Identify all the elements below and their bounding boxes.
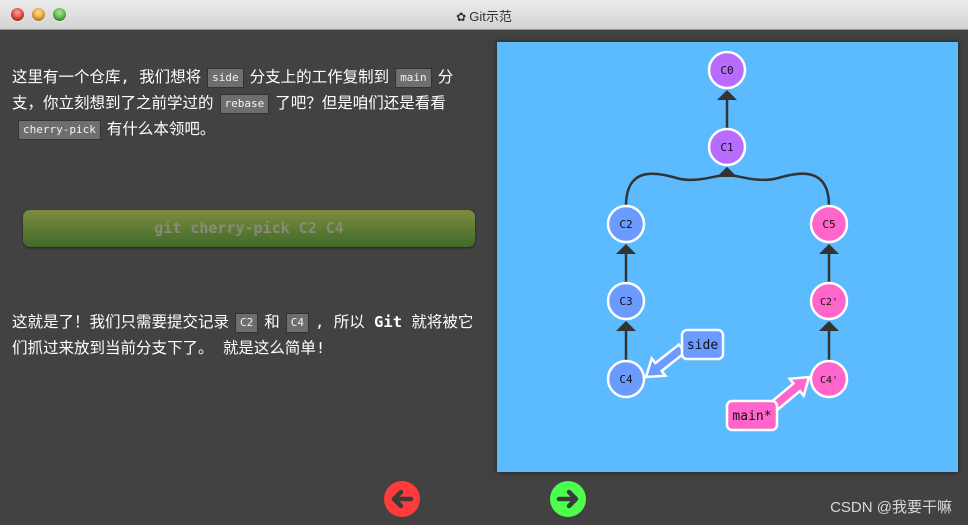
commit-label: C3: [619, 295, 632, 308]
branch-label-side: side: [680, 328, 725, 361]
text-span: 这就是了！我们只需要提交记录: [12, 313, 230, 331]
commit-label: C5: [822, 218, 835, 231]
branch-name: side: [687, 338, 718, 353]
inline-code: rebase: [219, 94, 270, 114]
branch-label-main: main*: [725, 399, 779, 432]
commit-node: C4: [606, 359, 646, 399]
inline-code: main: [395, 68, 432, 88]
gear-icon: ✿: [456, 10, 467, 24]
outro-paragraph: 这就是了！我们只需要提交记录 C2 和 C4, 所以 Git 就将被它们抓过来放到当前…: [12, 309, 482, 361]
inline-code: side: [207, 68, 244, 88]
commit-edge: [726, 172, 831, 207]
commit-label: C4: [619, 373, 633, 386]
text-span: , 所以: [315, 313, 375, 331]
next-button[interactable]: [550, 481, 586, 517]
window-titlebar: ✿ Git示范: [0, 0, 968, 30]
command-button[interactable]: git cherry-pick C2 C4: [23, 210, 475, 247]
arrow-left-icon: [384, 481, 420, 517]
edge-arrowhead: [717, 90, 737, 100]
inline-code: C4: [285, 313, 310, 333]
bold-text: Git: [374, 313, 403, 331]
window-title-text: Git示范: [469, 9, 512, 24]
commit-node: C0: [707, 50, 747, 90]
intro-paragraph: 这里有一个仓库, 我们想将 side 分支上的工作复制到 main 分支，你立刻想到了之…: [12, 64, 482, 142]
edge-arrowhead: [616, 244, 636, 254]
commit-node: C1: [707, 127, 747, 167]
text-span: 这里有一个仓库, 我们想将: [12, 68, 202, 86]
inline-code: cherry-pick: [18, 120, 101, 140]
arrow-right-icon: [550, 481, 586, 517]
text-span: 了吧？但是咱们还是看看: [275, 94, 446, 112]
text-span: 分支上的工作复制到: [249, 68, 390, 86]
commit-node: C5: [809, 204, 849, 244]
edge-arrowhead: [819, 244, 839, 254]
commit-label: C2: [619, 218, 632, 231]
window-title: ✿ Git示范: [0, 6, 968, 25]
edge-arrowhead: [819, 321, 839, 331]
text-span: 和: [264, 313, 280, 331]
commit-node: C2: [606, 204, 646, 244]
commit-edge: [624, 172, 728, 207]
commit-node: C4': [809, 359, 849, 399]
commit-label: C1: [720, 141, 733, 154]
commit-node: C3: [606, 281, 646, 321]
commit-label: C4': [820, 375, 838, 386]
commit-node: C2': [809, 281, 849, 321]
text-span: 有什么本领吧。: [106, 120, 216, 138]
edge-arrowhead: [717, 167, 737, 177]
commit-label: C0: [720, 64, 733, 77]
git-graph-canvas: C0 C1 C2 C3 C4 C5 C2' C4' side main*: [497, 42, 958, 472]
previous-button[interactable]: [384, 481, 420, 517]
watermark: CSDN @我要干嘛: [830, 499, 952, 516]
command-label: git cherry-pick C2 C4: [154, 219, 344, 237]
commit-label: C2': [820, 297, 838, 308]
edge-arrowhead: [616, 321, 636, 331]
branch-name: main*: [732, 409, 771, 424]
inline-code: C2: [235, 313, 259, 333]
git-graph: C0 C1 C2 C3 C4 C5 C2' C4' side main*: [606, 50, 849, 432]
